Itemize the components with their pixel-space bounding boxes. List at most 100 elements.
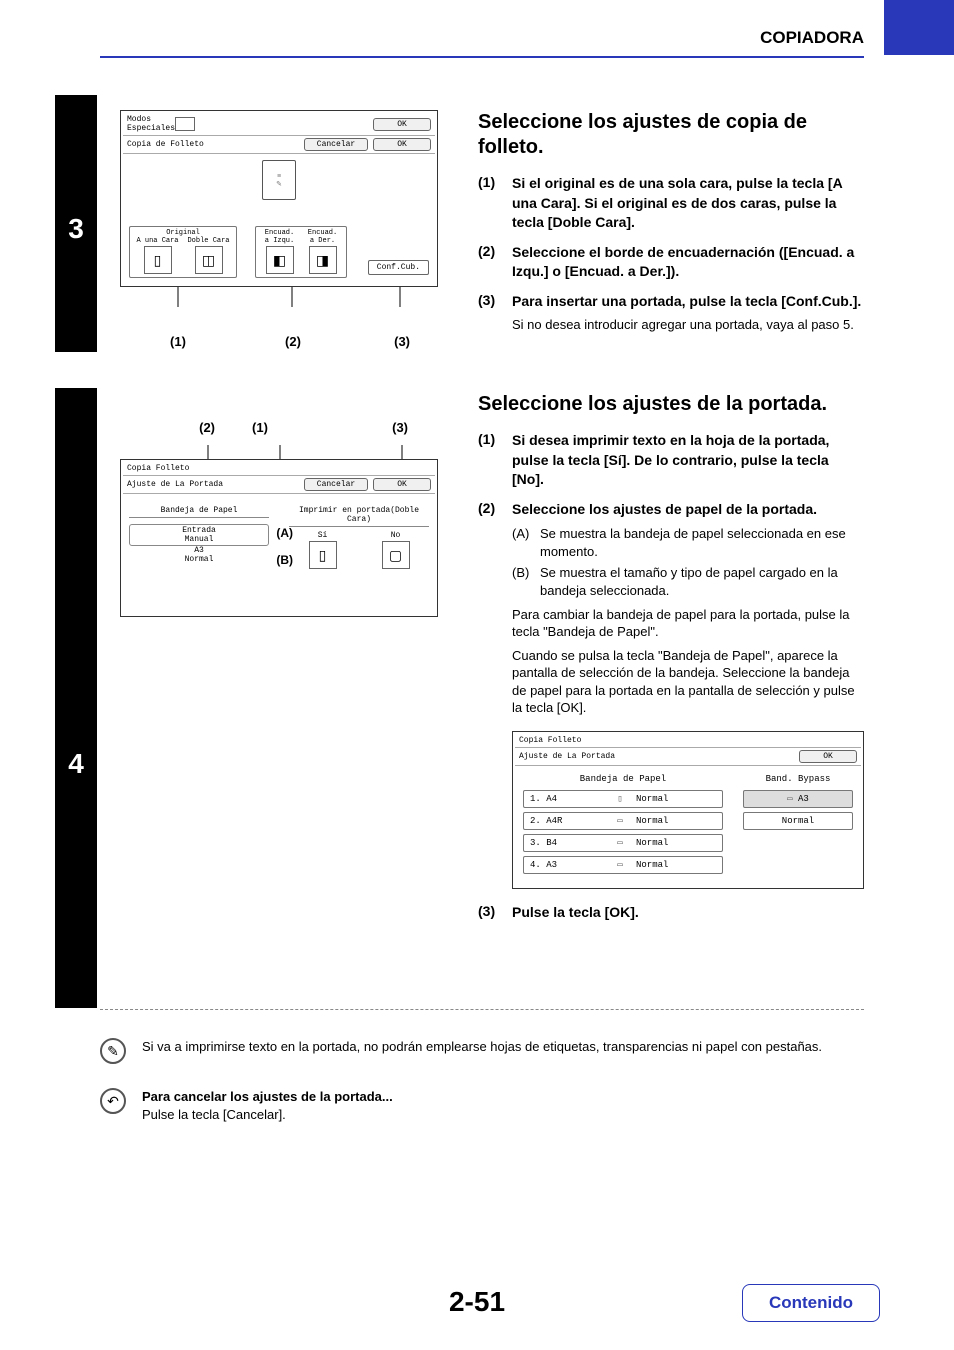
sub-list: (A) Se muestra la bandeja de papel selec…: [512, 525, 864, 599]
step3-diagram: Modos Especiales OK Copia de Folleto Can…: [120, 110, 438, 349]
cancel-icon: ↶: [100, 1088, 126, 1114]
step4-heading: Seleccione los ajustes de la portada.: [478, 392, 864, 417]
cancel-button[interactable]: Cancelar: [304, 138, 368, 151]
instr-num: (2): [478, 500, 512, 889]
callout-3: (3): [295, 420, 438, 435]
callout-2: (2): [120, 420, 225, 435]
bind-right-button[interactable]: ◨: [309, 246, 337, 274]
step3-instructions: Seleccione los ajustes de copia de folle…: [478, 110, 864, 343]
instr-text: Pulse la tecla [OK].: [512, 903, 639, 923]
header-rule: [100, 56, 864, 58]
note2-title: Para cancelar los ajustes de la portada.…: [142, 1088, 393, 1106]
panel4-title: Copia Folleto: [127, 464, 189, 473]
para2: Cuando se pulsa la tecla "Bandeja de Pap…: [512, 647, 864, 717]
page-header: COPIADORA: [100, 28, 864, 58]
note1-text: Si va a imprimirse texto en la portada, …: [142, 1038, 822, 1056]
normal-label: Normal: [129, 555, 269, 564]
note-2: ↶ Para cancelar los ajustes de la portad…: [100, 1088, 864, 1124]
step4-sidebar: [55, 388, 97, 1008]
original-label: Original: [132, 229, 234, 237]
tray-panel-title: Copia Folleto: [519, 736, 581, 745]
bypass-col-header: Band. Bypass: [743, 774, 853, 784]
para1: Para cambiar la bandeja de papel para la…: [512, 606, 864, 641]
bind-right-label: Encuad. a Der.: [301, 229, 344, 245]
orientation-icon: ▯: [610, 794, 630, 804]
instr-sub: Si no desea introducir agregar una porta…: [512, 316, 861, 334]
label-A: (A): [276, 526, 293, 540]
a3-label: A3: [129, 546, 269, 555]
bind-left-label: Encuad. a Izqu.: [258, 229, 301, 245]
tray-row[interactable]: 1. A4▯Normal: [523, 790, 723, 808]
instr-num: (1): [478, 431, 512, 490]
cancel-button[interactable]: Cancelar: [304, 478, 368, 491]
callout-2: (2): [236, 334, 350, 349]
row2-title: Copia de Folleto: [127, 140, 204, 149]
instr-num: (2): [478, 243, 512, 282]
panel4-subtitle: Ajuste de La Portada: [127, 480, 223, 489]
header-ok-button[interactable]: OK: [373, 118, 431, 131]
instr-item: (3) Para insertar una portada, pulse la …: [478, 292, 864, 333]
instr-item: (2) Seleccione el borde de encuadernació…: [478, 243, 864, 282]
tray-label[interactable]: Bandeja de Papel: [129, 504, 269, 518]
instr-text: Si el original es de una sola cara, puls…: [512, 174, 864, 233]
step4-number: 4: [55, 743, 97, 785]
tray-row[interactable]: 2. A4R▭Normal: [523, 812, 723, 830]
bypass-a3[interactable]: ▭ A3: [743, 790, 853, 808]
instr-num: (3): [478, 903, 512, 923]
instr-text: Seleccione los ajustes de papel de la po…: [512, 500, 864, 520]
callout-lines-4: [120, 445, 438, 459]
orientation-icon: ▭: [610, 816, 630, 826]
tray-row[interactable]: 3. B4▭Normal: [523, 834, 723, 852]
sub-tag: (B): [512, 564, 540, 599]
callout-lines-3: [120, 287, 438, 315]
step3-heading: Seleccione los ajustes de copia de folle…: [478, 110, 864, 160]
sub-text: Se muestra el tamaño y tipo de papel car…: [540, 564, 864, 599]
step3-number: 3: [55, 208, 97, 250]
ok-button[interactable]: OK: [373, 138, 431, 151]
conf-cub-button[interactable]: Conf.Cub.: [368, 260, 429, 275]
callouts-4-top: (2) (1) (3): [120, 420, 438, 435]
bypass-normal[interactable]: Normal: [743, 812, 853, 830]
side-tab: [884, 0, 954, 55]
dashed-separator: [100, 1009, 864, 1010]
instr-num: (1): [478, 174, 512, 233]
orientation-icon: ▭: [610, 838, 630, 848]
tray-row[interactable]: 4. A3▭Normal: [523, 856, 723, 874]
pencil-icon: ✎: [100, 1038, 126, 1064]
step4-panel: Copia Folleto Ajuste de La Portada Cance…: [120, 459, 438, 617]
print-cover-label: Imprimir en portada(Doble Cara): [289, 504, 429, 527]
callout-3: (3): [350, 334, 438, 349]
instr-text: Si desea imprimir texto en la hoja de la…: [512, 431, 864, 490]
no-button[interactable]: ▢: [382, 541, 410, 569]
instr-item: (3) Pulse la tecla [OK].: [478, 903, 864, 923]
callouts-3: (1) (2) (3): [120, 334, 438, 349]
booklet-illustration-icon: ≡✎: [262, 160, 296, 200]
instr-num: (3): [478, 292, 512, 333]
si-button[interactable]: ▯: [309, 541, 337, 569]
sub-tag: (A): [512, 525, 540, 560]
one-side-label: A una Cara: [132, 237, 183, 245]
instr-item: (1) Si desea imprimir texto en la hoja d…: [478, 431, 864, 490]
contents-link-button[interactable]: Contenido: [742, 1284, 880, 1322]
ok-button[interactable]: OK: [373, 478, 431, 491]
original-group: Original A una Cara ▯ Doble Cara ◫: [129, 226, 237, 278]
step3-panel: Modos Especiales OK Copia de Folleto Can…: [120, 110, 438, 287]
one-side-button[interactable]: ▯: [144, 246, 172, 274]
orientation-icon: ▭: [610, 860, 630, 870]
no-label: No: [362, 531, 429, 540]
instr-item: (2) Seleccione los ajustes de papel de l…: [478, 500, 864, 889]
bind-group: Encuad. a Izqu. ◧ Encuad. a Der. ◨: [255, 226, 347, 278]
callout-1: (1): [225, 420, 295, 435]
instr-text: Para insertar una portada, pulse la tecl…: [512, 292, 861, 312]
sub-text: Se muestra la bandeja de papel seleccion…: [540, 525, 864, 560]
tray-panel-subtitle: Ajuste de La Portada: [519, 752, 615, 761]
si-label: Sí: [289, 531, 356, 540]
bind-left-button[interactable]: ◧: [266, 246, 294, 274]
modes-label: Modos Especiales: [127, 115, 175, 133]
two-side-label: Doble Cara: [183, 237, 234, 245]
tray-col-header: Bandeja de Papel: [523, 774, 723, 784]
note-1: ✎ Si va a imprimirse texto en la portada…: [100, 1038, 864, 1064]
two-side-button[interactable]: ◫: [195, 246, 223, 274]
entrada-manual: Entrada Manual: [129, 524, 269, 546]
tray-ok-button[interactable]: OK: [799, 750, 857, 763]
